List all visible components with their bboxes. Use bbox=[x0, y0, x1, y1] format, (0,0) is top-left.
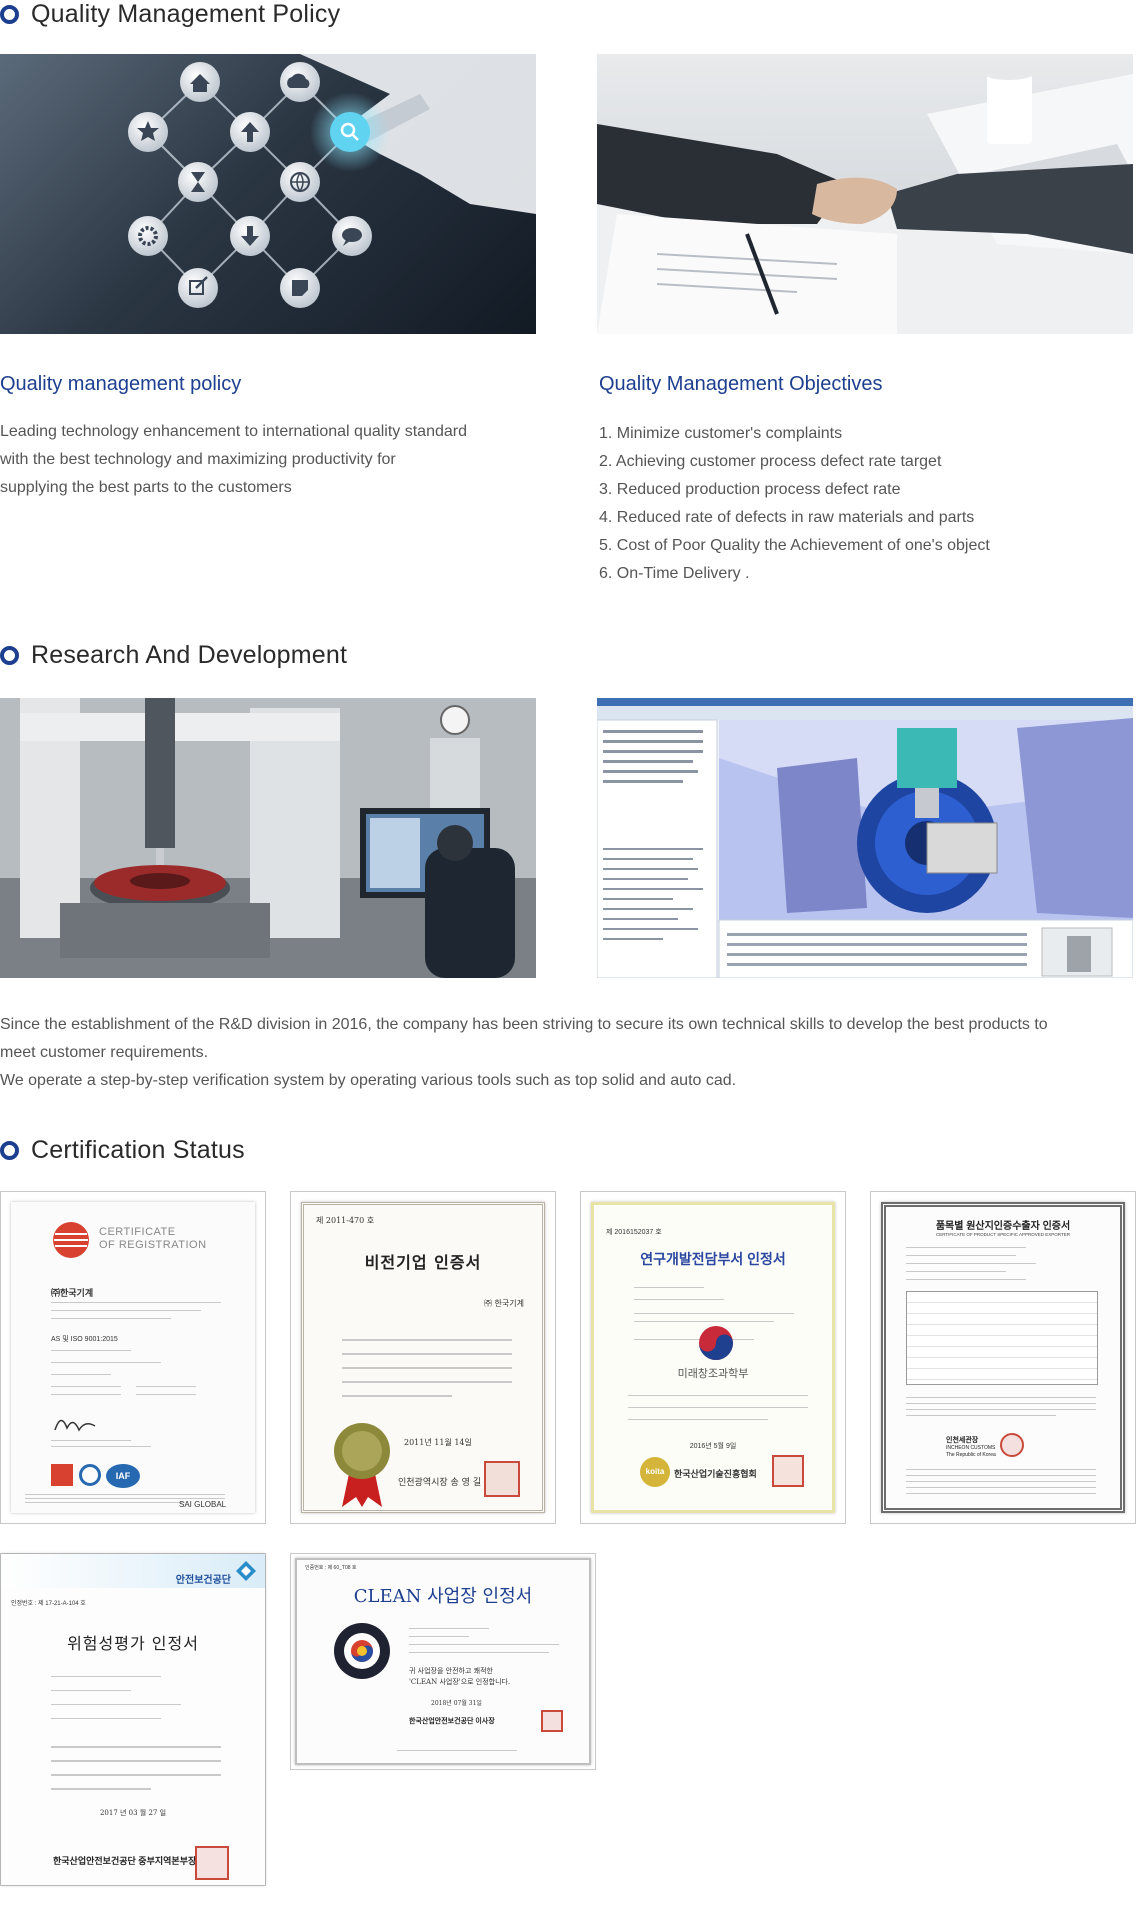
cert-heading: CERTIFICATE bbox=[99, 1226, 176, 1238]
rnd-line: We operate a step-by-step verification s… bbox=[0, 1072, 737, 1089]
cert-number: 인정번호 : 제 17-21-A-104 호 bbox=[11, 1601, 86, 1607]
cert-standard: AS 및 ISO 9001:2015 bbox=[51, 1336, 118, 1343]
rnd-description: Since the establishment of the R&D divis… bbox=[0, 1011, 1120, 1095]
cert-number: 인증번호 : 제 60_T08 호 bbox=[305, 1565, 357, 1571]
koita-badge-icon: koita bbox=[640, 1457, 670, 1487]
sai-mark-icon bbox=[51, 1464, 73, 1486]
products-table bbox=[906, 1291, 1098, 1385]
measuring-machine-image bbox=[0, 698, 536, 978]
quality-policy-line: with the best technology and maximizing … bbox=[0, 451, 396, 468]
list-item: 6. On-Time Delivery . bbox=[599, 565, 750, 582]
cert-title: 연구개발전담부서 인정서 bbox=[640, 1251, 786, 1267]
list-item: 5. Cost of Poor Quality the Achievement … bbox=[599, 537, 990, 554]
cert-title: CLEAN 사업장 인정서 bbox=[353, 1586, 533, 1607]
cad-software-graphic bbox=[597, 698, 1133, 978]
cert-date: 2018년 07월 31일 bbox=[431, 1700, 482, 1707]
section-title-quality-text: Quality Management Policy bbox=[31, 0, 341, 28]
cert-issuer: 인천세관장 bbox=[946, 1437, 979, 1444]
cert-statement: 귀 사업장을 안전하고 쾌적한 bbox=[409, 1667, 493, 1675]
measuring-machine-graphic bbox=[0, 698, 536, 978]
handshake-graphic bbox=[597, 68, 1133, 334]
cert-company: ㈜ 한국기계 bbox=[484, 1299, 524, 1308]
cert-issuer: 한국산업기술진흥협회 bbox=[674, 1469, 757, 1479]
clean-workplace-seal-icon bbox=[334, 1623, 390, 1679]
cert-date: 2016년 5월 9일 bbox=[689, 1443, 737, 1450]
quality-objectives-list: 1. Minimize customer's complaints 2. Ach… bbox=[599, 420, 990, 588]
cert-number: 제 2011-470 호 bbox=[316, 1216, 375, 1225]
hourglass-icon bbox=[178, 162, 218, 202]
section-title-quality: Quality Management Policy bbox=[0, 0, 340, 29]
certificate-sai-global[interactable]: CERTIFICATE OF REGISTRATION ㈜한국기계 AS 및 I… bbox=[0, 1191, 266, 1524]
cert-issuer: 인천광역시장 송 영 길 bbox=[398, 1478, 482, 1488]
sai-global-brand: SAI GLOBAL bbox=[179, 1500, 227, 1509]
cert-subtitle: CERTIFICATE OF PRODUCT SPECIFIC APPROVED… bbox=[936, 1232, 1070, 1237]
cert-company: ㈜한국기계 bbox=[51, 1288, 94, 1298]
iaf-logo-icon: IAF bbox=[106, 1464, 140, 1488]
red-stamp-icon bbox=[1000, 1433, 1024, 1457]
list-item: 2. Achieving customer process defect rat… bbox=[599, 453, 942, 470]
certificate-page: 안전보건공단 인정번호 : 제 17-21-A-104 호 위험성평가 인정서 … bbox=[1, 1554, 265, 1885]
handshake-image bbox=[597, 54, 1133, 334]
certificate-page: 품목별 원산지인증수출자 인증서 CERTIFICATE OF PRODUCT … bbox=[881, 1202, 1125, 1513]
red-stamp-icon bbox=[772, 1455, 804, 1487]
search-icon bbox=[330, 112, 370, 152]
cert-date: 2011년 11월 14일 bbox=[404, 1438, 472, 1447]
red-stamp-icon bbox=[195, 1846, 229, 1880]
cert-number: 제 2016152037 호 bbox=[606, 1229, 662, 1236]
circle-bullet-icon bbox=[0, 5, 19, 24]
section-title-rnd-text: Research And Development bbox=[31, 641, 348, 669]
quality-objectives-heading: Quality Management Objectives bbox=[599, 373, 883, 395]
list-item: 1. Minimize customer's complaints bbox=[599, 425, 843, 442]
cert-title: 위험성평가 인정서 bbox=[67, 1634, 199, 1653]
certificate-approved-exporter[interactable]: 품목별 원산지인증수출자 인증서 CERTIFICATE OF PRODUCT … bbox=[870, 1191, 1136, 1524]
cad-software-image bbox=[597, 698, 1133, 978]
circle-bullet-icon bbox=[0, 646, 19, 665]
sai-logo-icon bbox=[53, 1222, 89, 1258]
certificate-risk-assessment[interactable]: 안전보건공단 인정번호 : 제 17-21-A-104 호 위험성평가 인정서 … bbox=[0, 1553, 266, 1886]
quality-policy-line: Leading technology enhancement to intern… bbox=[0, 423, 467, 440]
quality-policy-text: Leading technology enhancement to intern… bbox=[0, 418, 560, 502]
certificate-page: 인증번호 : 제 60_T08 호 CLEAN 사업장 인정서 귀 사업장을 안… bbox=[295, 1558, 591, 1765]
section-title-certs: Certification Status bbox=[0, 1136, 245, 1165]
cert-heading: OF REGISTRATION bbox=[99, 1239, 207, 1251]
section-title-rnd: Research And Development bbox=[0, 641, 347, 670]
signature-icon bbox=[54, 1419, 96, 1432]
cert-date: 2017 년 03 월 27 일 bbox=[99, 1809, 167, 1817]
quality-network-image bbox=[0, 54, 536, 334]
rnd-line: Since the establishment of the R&D divis… bbox=[0, 1016, 1048, 1033]
cert-country: The Republic of Korea bbox=[946, 1452, 996, 1458]
taegeuk-icon bbox=[699, 1326, 733, 1360]
cert-title: 비전기업 인증서 bbox=[364, 1253, 482, 1272]
cert-issuer-en: INCHEON CUSTOMS bbox=[946, 1445, 996, 1451]
red-stamp-icon bbox=[541, 1710, 563, 1732]
certificate-page: 제 2011-470 호 비전기업 인증서 ㈜ 한국기계 2011년 11월 1… bbox=[301, 1202, 545, 1513]
cert-statement: 'CLEAN 사업장'으로 인정합니다. bbox=[409, 1678, 511, 1686]
quality-policy-heading: Quality management policy bbox=[0, 373, 242, 395]
list-item: 3. Reduced production process defect rat… bbox=[599, 481, 901, 498]
red-stamp-icon bbox=[484, 1461, 520, 1497]
section-title-certs-text: Certification Status bbox=[31, 1136, 245, 1164]
list-item: 4. Reduced rate of defects in raw materi… bbox=[599, 509, 975, 526]
certificate-page: 제 2016152037 호 연구개발전담부서 인정서 미래창조과학부 2016… bbox=[591, 1202, 835, 1513]
cert-agency: 안전보건공단 bbox=[175, 1575, 231, 1586]
certificate-rnd-department[interactable]: 제 2016152037 호 연구개발전담부서 인정서 미래창조과학부 2016… bbox=[580, 1191, 846, 1524]
cert-issuer: 한국산업안전보건공단 중부지역본부장 bbox=[53, 1856, 197, 1866]
accreditation-icon bbox=[79, 1464, 101, 1486]
cert-issuer: 한국산업안전보건공단 이사장 bbox=[409, 1718, 495, 1725]
certificate-vision-company[interactable]: 제 2011-470 호 비전기업 인증서 ㈜ 한국기계 2011년 11월 1… bbox=[290, 1191, 556, 1524]
certificate-clean-workplace[interactable]: 인증번호 : 제 60_T08 호 CLEAN 사업장 인정서 귀 사업장을 안… bbox=[290, 1553, 596, 1770]
gear-icon bbox=[128, 216, 168, 256]
gold-seal-icon bbox=[334, 1423, 390, 1507]
circle-bullet-icon bbox=[0, 1141, 19, 1160]
agency-logo-icon bbox=[236, 1561, 256, 1581]
cert-title: 품목별 원산지인증수출자 인증서 bbox=[935, 1221, 1071, 1232]
rnd-line: meet customer requirements. bbox=[0, 1044, 209, 1061]
edit-icon bbox=[178, 268, 218, 308]
quality-policy-line: supplying the best parts to the customer… bbox=[0, 479, 292, 496]
cert-ministry: 미래창조과학부 bbox=[677, 1368, 749, 1380]
certificate-page: CERTIFICATE OF REGISTRATION ㈜한국기계 AS 및 I… bbox=[11, 1202, 255, 1513]
icon-network-graphic bbox=[128, 54, 536, 308]
